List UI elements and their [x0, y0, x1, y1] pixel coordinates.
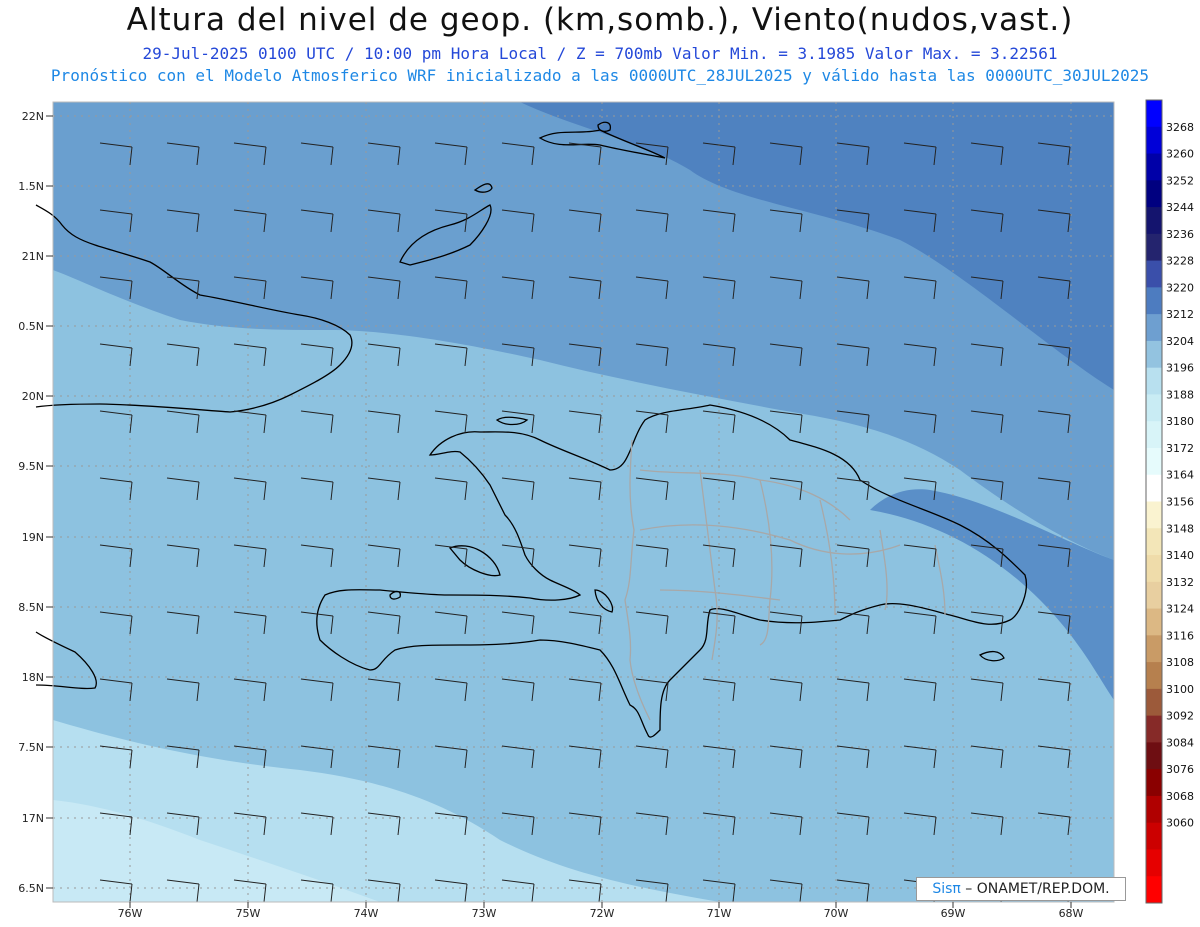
credit-logo: Sisπ: [932, 881, 961, 897]
colorbar-label: 3252: [1166, 174, 1194, 187]
colorbar-label: 3180: [1166, 415, 1194, 428]
lat-label: 8.5N: [18, 601, 44, 614]
colorbar-swatch: [1146, 367, 1162, 395]
colorbar-label: 3268: [1166, 121, 1194, 134]
colorbar-label: 3236: [1166, 228, 1194, 241]
colorbar-swatch: [1146, 769, 1162, 797]
colorbar-swatch: [1146, 715, 1162, 743]
colorbar-swatch: [1146, 742, 1162, 770]
colorbar-label: 3212: [1166, 308, 1194, 321]
colorbar-label: 3204: [1166, 335, 1194, 348]
lat-label: 6.5N: [18, 882, 44, 895]
colorbar-label: 3148: [1166, 522, 1194, 535]
colorbar-label: 3100: [1166, 683, 1194, 696]
colorbar-swatch: [1146, 795, 1162, 824]
lat-label: 9.5N: [18, 460, 44, 473]
colorbar-label: 3260: [1166, 148, 1194, 161]
colorbar-swatch: [1146, 340, 1162, 369]
colorbar-label: 3076: [1166, 763, 1194, 776]
colorbar-swatch: [1146, 849, 1162, 877]
lat-label: 21N: [22, 250, 44, 263]
colorbar-label: 3092: [1166, 710, 1194, 723]
colorbar-label: 3124: [1166, 603, 1194, 616]
credit-box: Sisπ – ONAMET/REP.DOM.: [916, 877, 1126, 901]
colorbar-swatch: [1146, 207, 1162, 235]
longitude-labels: 76W 75W 74W 73W 72W 71W 70W 69W 68W: [118, 902, 1084, 920]
lat-label: 7.5N: [18, 741, 44, 754]
colorbar-swatch: [1146, 501, 1162, 529]
lon-label: 75W: [236, 907, 261, 920]
colorbar-label: 3228: [1166, 255, 1194, 268]
colorbar-swatch: [1146, 608, 1162, 636]
lon-label: 72W: [590, 907, 615, 920]
colorbar-swatch: [1146, 314, 1162, 342]
lat-label: 1.5N: [18, 180, 44, 193]
colorbar-swatch: [1146, 180, 1162, 208]
geopotential-shading: [53, 102, 1114, 902]
colorbar-swatch: [1146, 581, 1162, 610]
lat-label: 22N: [22, 110, 44, 123]
colorbar-label: 3068: [1166, 790, 1194, 803]
colorbar-label: 3132: [1166, 576, 1194, 589]
lon-label: 69W: [941, 907, 966, 920]
colorbar-label: 3140: [1166, 549, 1194, 562]
lat-label: 17N: [22, 812, 44, 825]
lon-label: 68W: [1059, 907, 1084, 920]
lon-label: 74W: [354, 907, 379, 920]
lon-label: 76W: [118, 907, 143, 920]
colorbar-swatch: [1146, 876, 1162, 904]
colorbar-swatch: [1146, 822, 1162, 850]
colorbar-swatch: [1146, 260, 1162, 288]
latitude-labels: 22N 1.5N 21N 0.5N 20N 9.5N 19N 8.5N 18N 7.5N 17N 6.…: [18, 110, 53, 895]
colorbar-label: 3084: [1166, 736, 1194, 749]
colorbar-swatch: [1146, 100, 1162, 128]
colorbar-label: 3164: [1166, 469, 1194, 482]
lon-label: 73W: [472, 907, 497, 920]
colorbar-label: 3172: [1166, 442, 1194, 455]
colorbar-swatch: [1146, 447, 1162, 476]
map-svg: 22N 1.5N 21N 0.5N 20N 9.5N 19N 8.5N 18N 7.5N 17N 6.…: [18, 99, 1194, 920]
colorbar-swatch: [1146, 287, 1162, 315]
credit-text: – ONAMET/REP.DOM.: [960, 881, 1110, 897]
colorbar-label: 3244: [1166, 201, 1194, 214]
colorbar-label: 3156: [1166, 496, 1194, 509]
colorbar-swatch: [1146, 528, 1162, 556]
colorbar-swatch: [1146, 421, 1162, 449]
colorbar-label: 3196: [1166, 362, 1194, 375]
colorbar-label: 3116: [1166, 629, 1194, 642]
lat-label: 20N: [22, 390, 44, 403]
lat-label: 18N: [22, 671, 44, 684]
lat-label: 0.5N: [18, 320, 44, 333]
colorbar-label: 3108: [1166, 656, 1194, 669]
lat-label: 19N: [22, 531, 44, 544]
lon-label: 71W: [707, 907, 732, 920]
colorbar-swatch: [1146, 394, 1162, 422]
colorbar-label: 3188: [1166, 388, 1194, 401]
colorbar-swatch: [1146, 153, 1162, 181]
colorbar-swatch: [1146, 662, 1162, 690]
lon-label: 70W: [824, 907, 849, 920]
colorbar-swatch: [1146, 126, 1162, 155]
colorbar-swatch: [1146, 688, 1162, 717]
colorbar-swatch: [1146, 474, 1162, 502]
colorbar-swatch: [1146, 233, 1162, 262]
colorbar-label: 3220: [1166, 281, 1194, 294]
colorbar-label: 3060: [1166, 817, 1194, 830]
colorbar: 3268 3260 3252 3244 3236 3228 3220 3212 3204 3196…: [1145, 99, 1194, 904]
colorbar-swatch: [1146, 555, 1162, 583]
colorbar-swatch: [1146, 635, 1162, 663]
